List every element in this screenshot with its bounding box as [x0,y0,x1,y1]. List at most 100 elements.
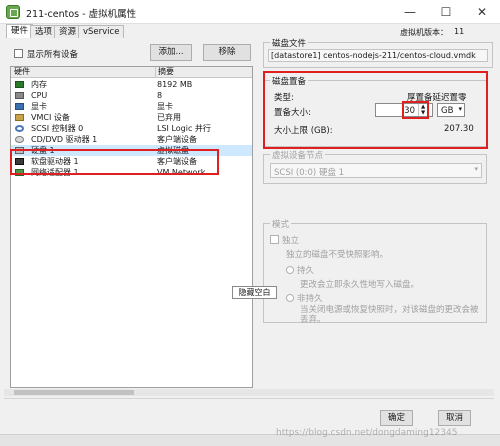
hardware-row-floppy[interactable]: 软盘驱动器 1 客户端设备 [11,156,252,167]
checkbox-box[interactable] [14,49,23,58]
nonpersistent-description: 当关闭电源或恢复快照时，对该磁盘的更改会被丢弃。 [300,305,479,325]
horizontal-scrollbar[interactable] [4,389,494,396]
virtual-device-node-group: 虚拟设备节点 SCSI (0:0) 硬盘 1 ▾ [263,149,487,184]
hardware-row-vmci[interactable]: VMCI 设备 已弃用 [11,112,252,123]
disk-file-title: 磁盘文件 [270,37,309,49]
hard-disk-icon [15,147,24,154]
show-all-devices-label: 显示所有设备 [27,50,79,60]
disk-provisioning-group: 磁盘置备 类型: 厚置备延迟置零 置备大小: 30 ▲ ▼ GB ▾ 大小上限 … [263,75,487,147]
row-name: CPU [31,91,48,100]
vm-version-value: 11 [454,27,465,36]
row-name: VMCI 设备 [31,113,70,122]
cpu-icon [15,92,24,99]
row-name: CD/DVD 驱动器 1 [31,135,98,144]
independent-label: 独立 [282,236,300,246]
independent-description: 独立的磁盘不受快照影响。 [286,250,389,260]
nonpersistent-label: 非持久 [297,294,323,304]
watermark: https://blog.csdn.net/dongdaming12345 [276,428,458,438]
tooltip: 隐藏空白 [232,286,277,299]
hardware-row-network-adapter[interactable]: 网络适配器 1 VM Network [11,167,252,178]
provisioned-size-value[interactable]: 30 [404,106,415,116]
hardware-row-cpu[interactable]: CPU 8 [11,90,252,101]
row-summary: VM Network [157,168,206,177]
tab-hardware[interactable]: 硬件 [6,24,34,38]
independent-checkbox[interactable]: 独立 [270,234,299,246]
cancel-button[interactable]: 取消 [438,410,471,426]
remove-button[interactable]: 移除 [203,44,251,61]
tab-options[interactable]: 选项 [30,25,58,38]
ok-button[interactable]: 确定 [380,410,413,426]
mode-group: 模式 独立 独立的磁盘不受快照影响。 持久 更改会立即永久性地写入磁盘。 非持久… [263,218,487,325]
disk-file-group: 磁盘文件 [datastore1] centos-nodejs-211/cent… [263,37,493,68]
hardware-row-video-card[interactable]: 显卡 显卡 [11,101,252,112]
radio-circle[interactable] [286,294,294,302]
persistent-label: 持久 [297,266,315,276]
row-name: 内存 [31,80,47,89]
close-button[interactable]: ✕ [464,0,500,24]
virtual-device-node-select[interactable]: SCSI (0:0) 硬盘 1 ▾ [270,163,482,178]
mode-title: 模式 [270,218,292,230]
provision-type-value: 厚置备延迟置零 [407,93,467,103]
row-summary: 已弃用 [157,113,181,122]
row-name: SCSI 控制器 0 [31,124,84,133]
spin-down-icon[interactable]: ▼ [421,110,425,116]
row-summary: LSI Logic 并行 [157,124,211,133]
hardware-row-memory[interactable]: 内存 8192 MB [11,79,252,90]
vm-version-label: 虚拟机版本： [400,28,448,37]
tab-resources[interactable]: 资源 [54,25,82,38]
row-summary: 8 [157,91,163,100]
size-spinner[interactable]: ▲ ▼ [418,104,432,116]
persistent-description: 更改会立即永久性地写入磁盘。 [300,280,420,290]
row-name: 硬盘 1 [31,146,55,155]
max-size-label: 大小上限 (GB): [274,126,333,136]
vm-app-icon [6,5,20,19]
hardware-list: 硬件 摘要 内存 8192 MB CPU 8 显卡 显卡 VMCI 设备 已弃用… [10,66,253,388]
row-summary: 客户端设备 [157,135,197,144]
minimize-button[interactable]: — [392,0,428,24]
hardware-row-hard-disk[interactable]: 硬盘 1 虚拟磁盘 [11,145,252,156]
window-title: 211-centos - 虚拟机属性 [26,9,137,20]
virtual-device-node-title: 虚拟设备节点 [270,149,326,161]
title-bar: 211-centos - 虚拟机属性 — ☐ ✕ [0,0,500,24]
provision-type-label: 类型: [274,93,294,103]
row-summary: 显卡 [157,102,173,111]
memory-icon [15,81,24,88]
cd-dvd-icon [15,136,24,143]
row-summary: 虚拟磁盘 [157,146,189,155]
row-summary: 8192 MB [157,80,193,89]
row-name: 软盘驱动器 1 [31,157,79,166]
hardware-row-scsi-controller[interactable]: SCSI 控制器 0 LSI Logic 并行 [11,123,252,134]
chevron-down-icon[interactable]: ▾ [458,105,462,113]
radio-circle[interactable] [286,266,294,274]
footer-divider [4,398,494,399]
chevron-down-icon[interactable]: ▾ [474,165,478,173]
maximize-button[interactable]: ☐ [428,0,464,24]
scrollbar-thumb[interactable] [14,390,134,395]
add-button[interactable]: 添加... [150,44,192,61]
row-name: 显卡 [31,102,47,111]
tab-vservice[interactable]: vService [78,25,125,38]
network-adapter-icon [15,169,24,176]
video-card-icon [15,103,24,110]
max-size-value: 207.30 [444,124,474,134]
row-summary: 客户端设备 [157,157,197,166]
column-summary[interactable]: 摘要 [155,67,174,77]
nonpersistent-radio[interactable]: 非持久 [286,292,323,304]
provisioned-size-label: 置备大小: [274,108,311,118]
persistent-radio[interactable]: 持久 [286,264,314,276]
virtual-device-node-value: SCSI (0:0) 硬盘 1 [274,168,345,178]
size-unit-value: GB [441,106,454,116]
disk-file-path: [datastore1] centos-nodejs-211/centos-cl… [268,49,488,62]
floppy-icon [15,158,24,165]
vmci-device-icon [15,114,24,121]
size-unit-select[interactable]: GB ▾ [437,103,465,117]
column-hardware[interactable]: 硬件 [14,67,30,77]
hardware-list-header: 硬件 摘要 [11,67,252,78]
checkbox-box[interactable] [270,235,279,244]
disk-provisioning-title: 磁盘置备 [270,75,309,87]
hardware-row-cd-dvd[interactable]: CD/DVD 驱动器 1 客户端设备 [11,134,252,145]
scsi-controller-icon [15,125,24,132]
provisioned-size-stepper[interactable]: 30 ▲ ▼ [375,103,433,117]
row-name: 网络适配器 1 [31,168,79,177]
show-all-devices-checkbox[interactable]: 显示所有设备 [14,48,78,60]
